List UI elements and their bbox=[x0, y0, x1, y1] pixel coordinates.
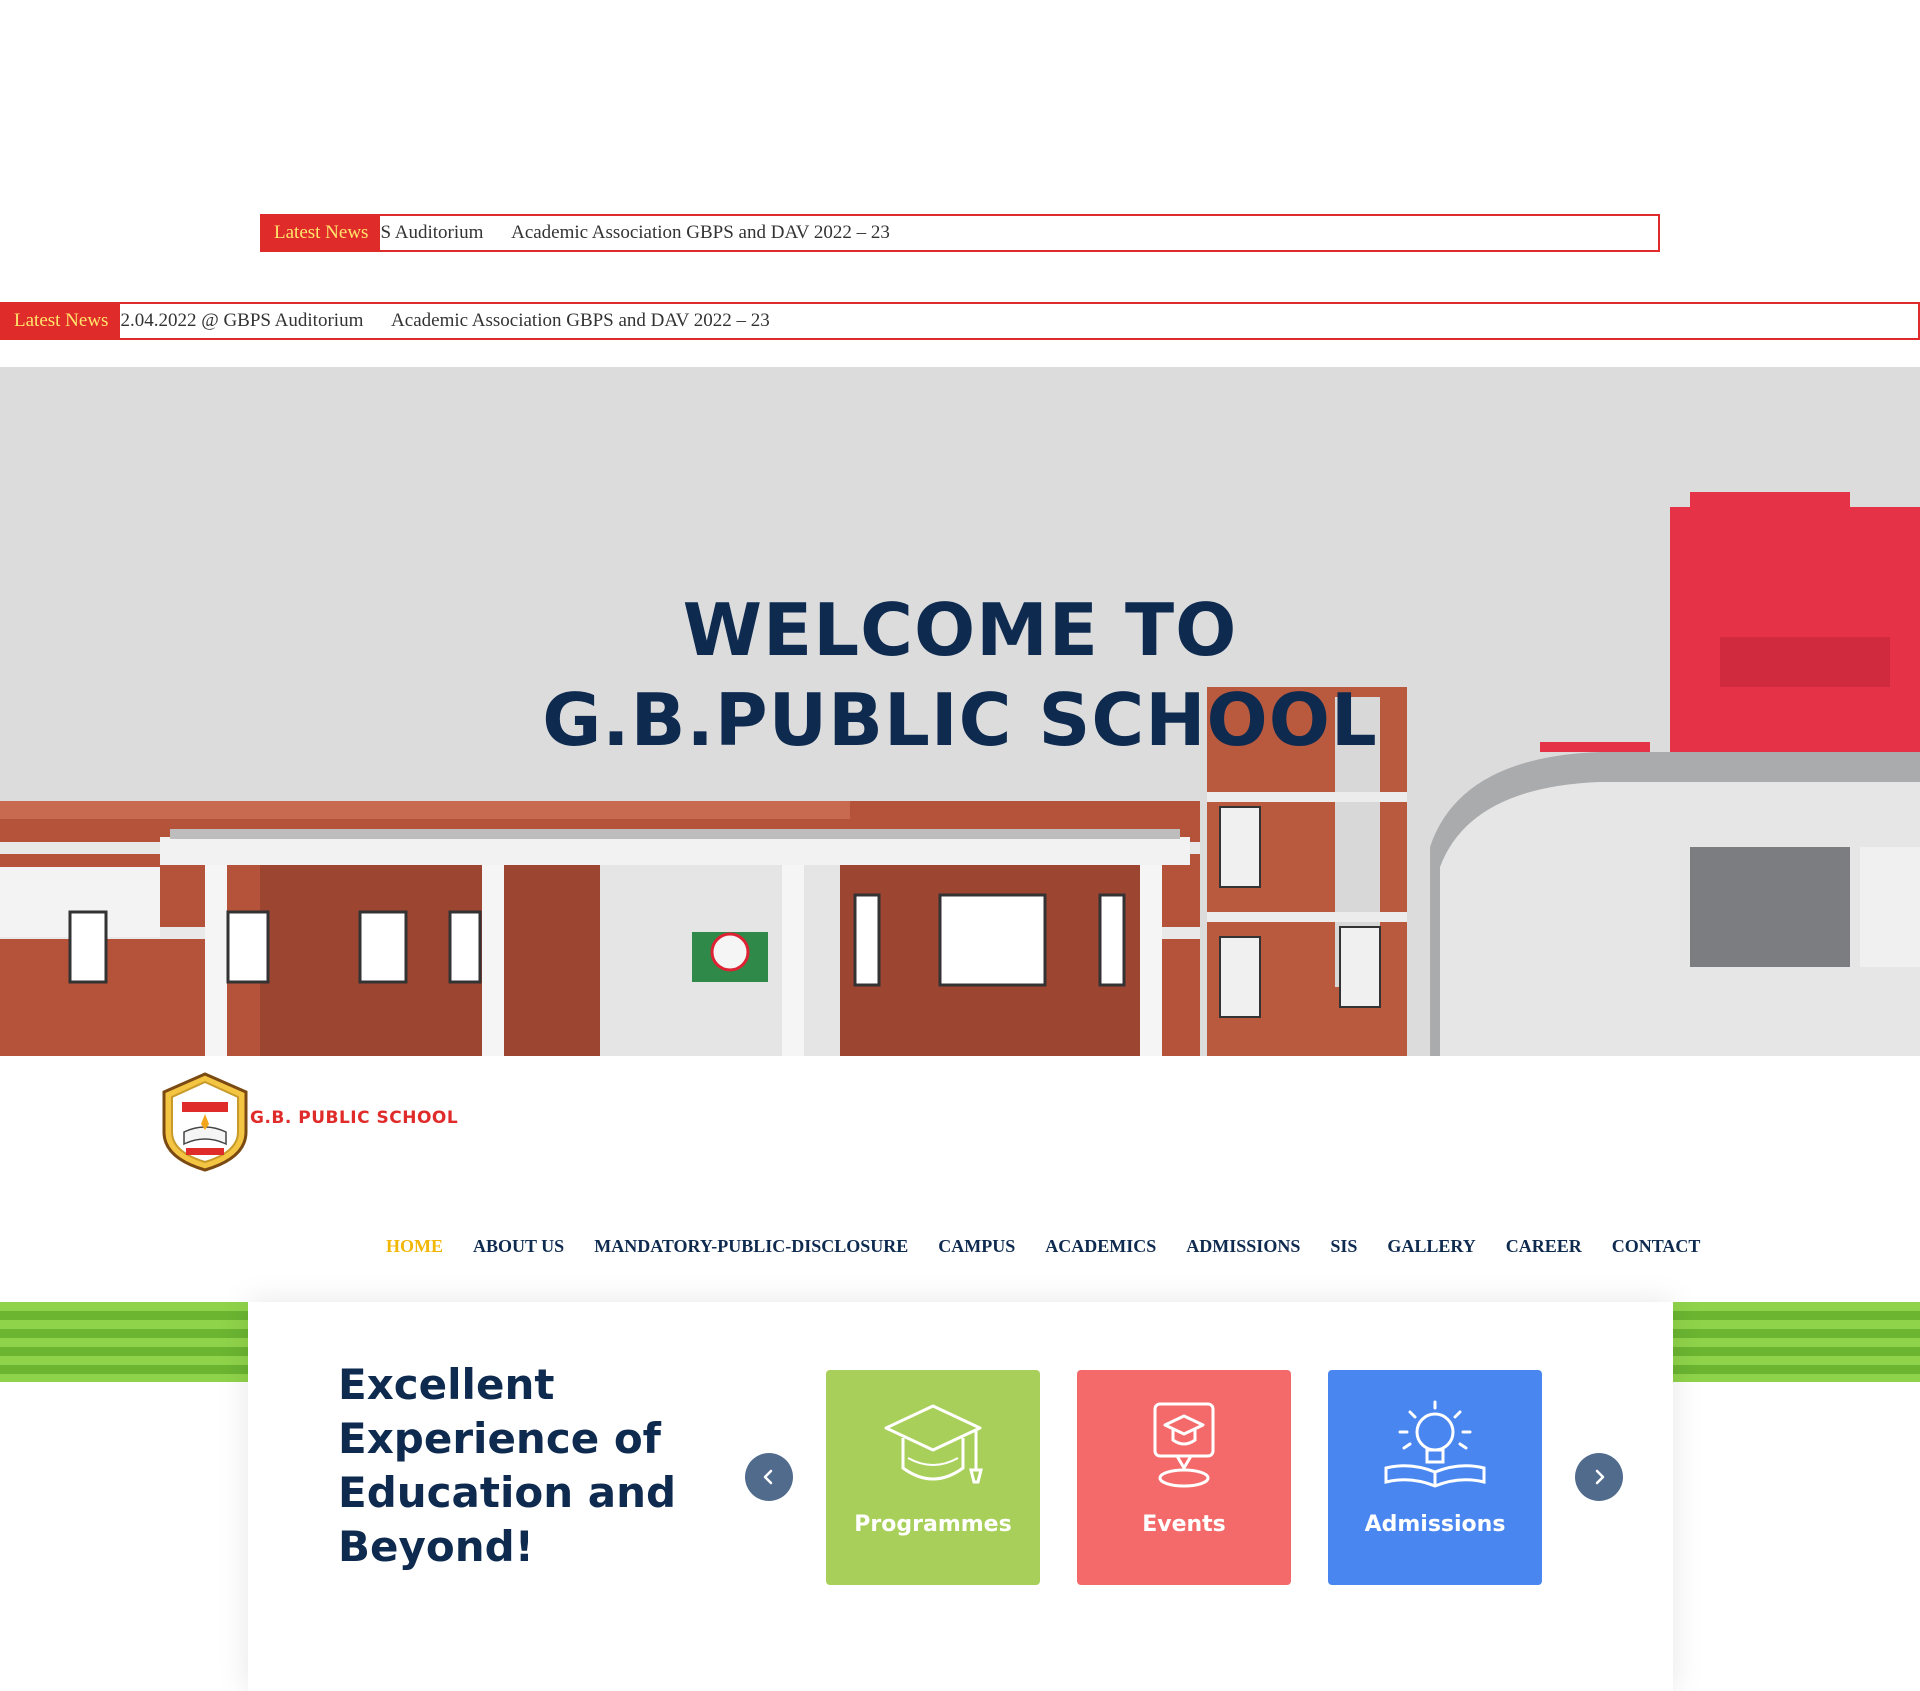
tile-events[interactable]: Events bbox=[1077, 1370, 1291, 1585]
nav-item-career[interactable]: CAREER bbox=[1506, 1236, 1582, 1257]
news-ticker-main: Latest News 2.04.2022 @ GBPS Auditorium … bbox=[0, 302, 1920, 340]
nav-item-mandatory-public-disclosure[interactable]: MANDATORY-PUBLIC-DISCLOSURE bbox=[594, 1236, 908, 1257]
ticker-item[interactable]: Academic Association GBPS and DAV 2022 –… bbox=[511, 222, 890, 243]
ticker-item[interactable]: S Auditorium bbox=[380, 222, 483, 243]
nav-item-contact[interactable]: CONTACT bbox=[1612, 1236, 1701, 1257]
tile-label: Events bbox=[1142, 1512, 1226, 1537]
nav-item-admissions[interactable]: ADMISSIONS bbox=[1186, 1236, 1300, 1257]
lightbulb-book-icon bbox=[1384, 1400, 1486, 1488]
tagline: Excellent Experience of Education and Be… bbox=[338, 1360, 677, 1571]
tile-admissions[interactable]: Admissions bbox=[1328, 1370, 1542, 1585]
grass-strip-left bbox=[0, 1302, 248, 1382]
nav-item-about-us[interactable]: ABOUT US bbox=[473, 1236, 564, 1257]
grass-strip-right bbox=[1673, 1302, 1920, 1382]
carousel-next-button[interactable] bbox=[1575, 1453, 1623, 1501]
ticker-item[interactable]: Academic Association GBPS and DAV 2022 –… bbox=[391, 310, 770, 331]
hero-title-line1: WELCOME TO bbox=[682, 588, 1238, 672]
nav-item-gallery[interactable]: GALLERY bbox=[1387, 1236, 1475, 1257]
hero-title-line2: G.B.PUBLIC SCHOOL bbox=[542, 678, 1378, 762]
tile-label: Admissions bbox=[1364, 1512, 1506, 1537]
ticker-text[interactable]: S Auditorium Academic Association GBPS a… bbox=[380, 222, 913, 244]
nav-item-home[interactable]: HOME bbox=[386, 1236, 443, 1257]
carousel-prev-button[interactable] bbox=[745, 1453, 793, 1501]
ticker-item[interactable]: 2.04.2022 @ GBPS Auditorium bbox=[120, 310, 363, 331]
nav-item-campus[interactable]: CAMPUS bbox=[938, 1236, 1015, 1257]
chevron-left-icon bbox=[763, 1469, 773, 1485]
ticker-label: Latest News bbox=[2, 304, 121, 338]
ticker-label: Latest News bbox=[262, 216, 381, 250]
news-ticker-top: Latest News S Auditorium Academic Associ… bbox=[260, 214, 1660, 252]
tile-label: Programmes bbox=[854, 1512, 1012, 1537]
school-logo[interactable] bbox=[162, 1072, 248, 1172]
brand-name[interactable]: G.B. PUBLIC SCHOOL bbox=[250, 1108, 458, 1128]
ticker-text[interactable]: 2.04.2022 @ GBPS Auditorium Academic Ass… bbox=[120, 310, 793, 332]
main-navigation: HOME ABOUT US MANDATORY-PUBLIC-DISCLOSUR… bbox=[386, 1236, 1730, 1257]
nav-item-sis[interactable]: SIS bbox=[1330, 1236, 1357, 1257]
tile-programmes[interactable]: Programmes bbox=[826, 1370, 1040, 1585]
event-board-icon bbox=[1153, 1402, 1215, 1488]
hero-banner: WELCOME TO G.B.PUBLIC SCHOOL bbox=[0, 367, 1920, 1056]
chevron-right-icon bbox=[1595, 1469, 1605, 1485]
nav-item-academics[interactable]: ACADEMICS bbox=[1045, 1236, 1156, 1257]
graduation-cap-icon bbox=[884, 1404, 983, 1484]
